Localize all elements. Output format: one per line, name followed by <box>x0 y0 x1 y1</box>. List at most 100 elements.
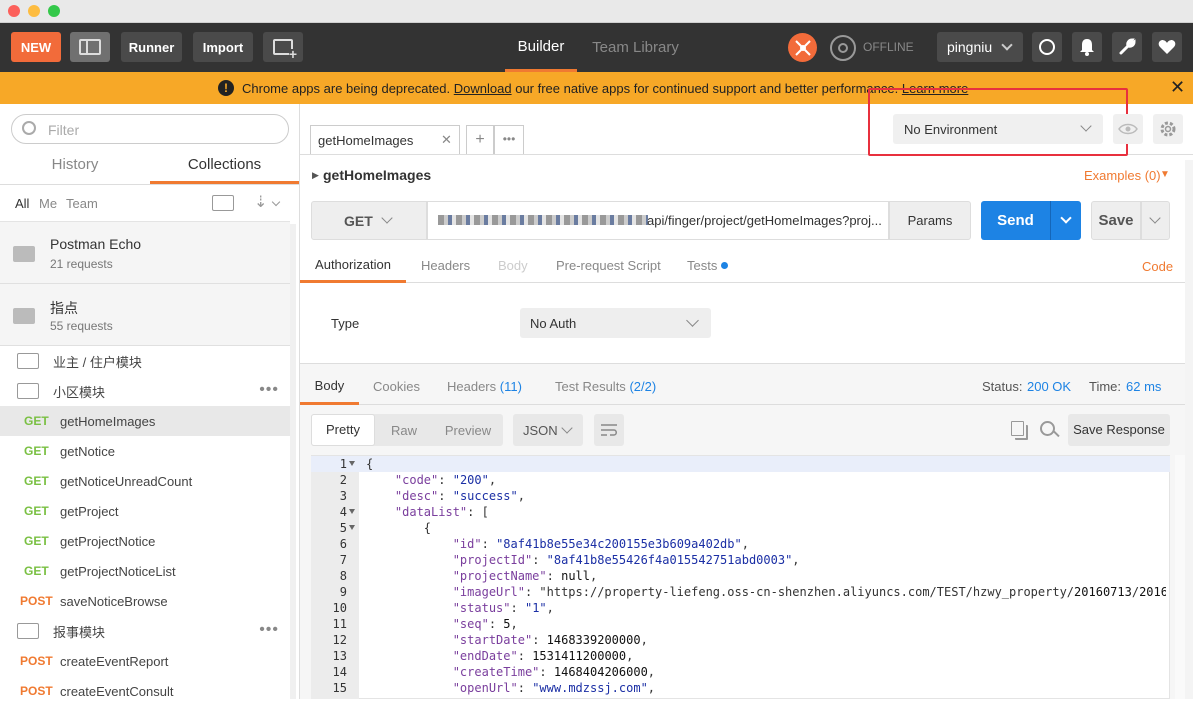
chevron-down-icon <box>1149 212 1161 224</box>
globe-button[interactable] <box>1032 32 1062 62</box>
save-button[interactable]: Save <box>1091 201 1141 240</box>
tab-team-library[interactable]: Team Library <box>588 23 683 72</box>
view-preview[interactable]: Preview <box>433 423 503 438</box>
method-badge: GET <box>24 534 49 548</box>
fold-arrow-icon[interactable] <box>349 525 355 530</box>
sync-status-icon[interactable] <box>830 35 856 61</box>
request-label: saveNoticeBrowse <box>60 593 168 609</box>
tab-response-headers[interactable]: Headers (11) <box>447 379 522 394</box>
code-scrollbar[interactable] <box>1175 455 1185 699</box>
close-tab-icon[interactable]: ✕ <box>441 132 452 148</box>
notifications-button[interactable] <box>1072 32 1102 62</box>
save-options-button[interactable] <box>1141 201 1170 240</box>
sidebar-toggle-button[interactable] <box>70 32 110 62</box>
method-select[interactable]: GET <box>311 201 427 240</box>
examples-caret-icon[interactable]: ▼ <box>1160 169 1170 180</box>
folder-item[interactable]: 业主 / 住户模块 <box>0 346 290 376</box>
fold-arrow-icon[interactable] <box>349 509 355 514</box>
tab-test-results[interactable]: Test Results (2/2) <box>555 379 656 394</box>
close-banner-icon[interactable]: ✕ <box>1170 77 1185 98</box>
download-link[interactable]: Download <box>454 81 512 96</box>
view-raw[interactable]: Raw <box>375 423 433 438</box>
auth-type-select[interactable]: No Auth <box>520 308 711 338</box>
environment-select[interactable]: No Environment <box>893 114 1103 144</box>
tab-cookies[interactable]: Cookies <box>373 379 420 394</box>
tab-options-icon[interactable]: ••• <box>494 125 524 155</box>
collection-zhidian[interactable]: 指点 55 requests <box>0 284 290 346</box>
filter-placeholder: Filter <box>48 122 80 138</box>
method-badge: GET <box>24 504 49 518</box>
filter-me[interactable]: Me <box>39 196 57 211</box>
settings-button[interactable] <box>1112 32 1142 62</box>
heart-button[interactable] <box>1152 32 1182 62</box>
send-options-button[interactable] <box>1050 201 1081 240</box>
close-window-button[interactable] <box>8 5 20 17</box>
zoom-window-button[interactable] <box>48 5 60 17</box>
sort-icon[interactable]: ⇣ <box>254 192 267 212</box>
view-pretty[interactable]: Pretty <box>311 414 375 446</box>
user-menu-button[interactable]: pingniu <box>937 32 1023 62</box>
method-badge: GET <box>24 444 49 458</box>
new-window-button[interactable]: + <box>263 32 303 62</box>
params-button[interactable]: Params <box>889 201 971 240</box>
request-item[interactable]: POST createEventConsult <box>0 676 290 706</box>
tab-tests[interactable]: Tests <box>687 258 717 273</box>
more-options-icon[interactable]: ••• <box>259 381 279 399</box>
request-item[interactable]: POST saveNoticeBrowse <box>0 586 290 616</box>
line-number: 12 <box>332 633 347 647</box>
examples-link[interactable]: Examples (0) <box>1084 168 1161 183</box>
sidebar-scrollbar[interactable] <box>290 224 296 699</box>
filter-all[interactable]: All <box>15 196 29 211</box>
runner-button[interactable]: Runner <box>121 32 182 62</box>
main-scrollbar[interactable] <box>1185 160 1193 699</box>
fold-arrow-icon[interactable] <box>349 461 355 466</box>
code-link[interactable]: Code <box>1142 259 1173 274</box>
manage-environments-button[interactable] <box>1153 114 1183 144</box>
request-label: getNotice <box>60 443 115 459</box>
tab-pre-request-script[interactable]: Pre-request Script <box>556 258 661 273</box>
wrap-lines-button[interactable] <box>594 414 624 446</box>
tab-authorization[interactable]: Authorization <box>300 251 406 283</box>
interceptor-icon[interactable] <box>788 33 817 62</box>
filter-input[interactable]: Filter <box>11 114 289 144</box>
request-label: createEventReport <box>60 653 169 669</box>
request-item[interactable]: GET getProjectNoticeList <box>0 556 290 586</box>
tab-builder[interactable]: Builder <box>505 23 577 72</box>
request-item[interactable]: GET getNotice <box>0 436 290 466</box>
collection-postman-echo[interactable]: Postman Echo 21 requests <box>0 222 290 284</box>
send-button[interactable]: Send <box>981 201 1050 240</box>
folder-open-icon <box>17 383 39 399</box>
tab-body[interactable]: Body <box>498 258 528 273</box>
request-item[interactable]: GET getProjectNotice <box>0 526 290 556</box>
copy-icon[interactable] <box>1011 421 1024 436</box>
format-select[interactable]: JSON <box>513 414 583 446</box>
new-button[interactable]: NEW <box>11 32 61 62</box>
caret-right-icon[interactable]: ▶ <box>312 170 319 181</box>
more-options-icon[interactable]: ••• <box>259 621 279 639</box>
filter-team[interactable]: Team <box>66 196 98 211</box>
request-item[interactable]: GET getProject <box>0 496 290 526</box>
search-icon[interactable] <box>1040 421 1055 436</box>
tab-headers[interactable]: Headers <box>421 258 470 273</box>
environment-quick-look-button[interactable] <box>1113 114 1143 144</box>
tab-history[interactable]: History <box>0 154 150 184</box>
request-item[interactable]: POST createEventReport <box>0 646 290 676</box>
folder-item[interactable]: 小区模块 ••• <box>0 376 290 406</box>
new-collection-icon[interactable] <box>212 195 234 211</box>
request-item[interactable]: GET getNoticeUnreadCount <box>0 466 290 496</box>
line-number: 8 <box>339 569 347 583</box>
tab-collections[interactable]: Collections <box>150 154 299 184</box>
collection-folder-icon <box>13 246 35 262</box>
request-item-selected[interactable]: GET getHomeImages <box>0 406 290 436</box>
method-badge: GET <box>24 474 49 488</box>
import-button[interactable]: Import <box>193 32 253 62</box>
add-tab-button[interactable]: + <box>466 125 494 155</box>
minimize-window-button[interactable] <box>28 5 40 17</box>
save-response-button[interactable]: Save Response <box>1068 414 1170 446</box>
tab-response-body[interactable]: Body <box>300 371 359 405</box>
chevron-down-icon <box>1001 39 1013 51</box>
folder-item[interactable]: 报事模块 ••• <box>0 616 290 646</box>
sort-chevron-icon[interactable] <box>271 197 281 207</box>
url-input[interactable]: api/finger/project/getHomeImages?proj... <box>427 201 889 240</box>
request-tab[interactable]: getHomeImages ✕ <box>310 125 460 155</box>
